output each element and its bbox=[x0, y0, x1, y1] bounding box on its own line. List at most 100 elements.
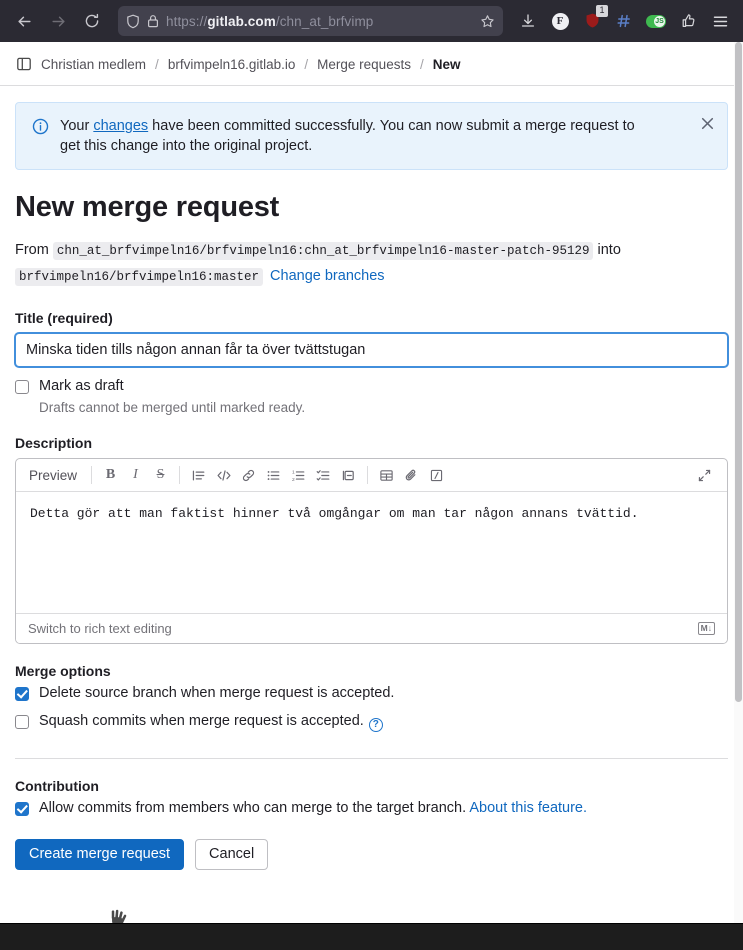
italic-icon[interactable]: I bbox=[124, 464, 147, 487]
url-prefix: https:// bbox=[166, 13, 208, 29]
editor-toolbar: Preview B I S 1 2 bbox=[16, 459, 727, 492]
mark-as-draft-checkbox[interactable] bbox=[15, 380, 29, 394]
address-bar[interactable]: https://gitlab.com/chn_at_brfvimp bbox=[118, 6, 503, 36]
attach-file-icon[interactable] bbox=[400, 464, 423, 487]
delete-source-branch-checkbox[interactable] bbox=[15, 687, 29, 701]
numbered-list-icon[interactable]: 12 bbox=[287, 464, 310, 487]
squash-commits-label: Squash commits when merge request is acc… bbox=[39, 713, 383, 732]
task-list-icon[interactable] bbox=[312, 464, 335, 487]
changes-link[interactable]: changes bbox=[93, 118, 148, 134]
toolbar-divider bbox=[91, 466, 93, 484]
mark-as-draft-row[interactable]: Mark as draft bbox=[15, 378, 728, 395]
os-taskbar bbox=[0, 923, 743, 950]
javascript-toggle-icon[interactable]: JS bbox=[641, 6, 671, 36]
hashtag-extension-icon[interactable] bbox=[609, 6, 639, 36]
javascript-toggle-pill: JS bbox=[646, 14, 666, 28]
insert-comment-template-icon[interactable] bbox=[425, 464, 448, 487]
squash-commits-text: Squash commits when merge request is acc… bbox=[39, 713, 364, 729]
cancel-button[interactable]: Cancel bbox=[195, 838, 269, 870]
allow-commits-label: Allow commits from members who can merge… bbox=[39, 800, 587, 817]
delete-source-branch-row[interactable]: Delete source branch when merge request … bbox=[15, 685, 728, 702]
breadcrumb-separator: / bbox=[419, 56, 424, 72]
create-merge-request-button[interactable]: Create merge request bbox=[15, 838, 185, 870]
breadcrumb-item-project[interactable]: brfvimpeln16.gitlab.io bbox=[168, 57, 296, 72]
alert-message: Your changes have been committed success… bbox=[60, 116, 672, 156]
extensions-tray: F 1 JS bbox=[513, 5, 735, 36]
title-field-label: Title (required) bbox=[15, 310, 113, 326]
from-label: From bbox=[15, 242, 49, 258]
description-editor: Preview B I S 1 2 Detta gör att man fakt… bbox=[15, 458, 728, 644]
allow-commits-checkbox[interactable] bbox=[15, 801, 29, 816]
toolbar-divider bbox=[367, 466, 369, 484]
bullet-list-icon[interactable] bbox=[262, 464, 285, 487]
preview-button[interactable]: Preview bbox=[26, 468, 85, 483]
help-icon[interactable]: ? bbox=[368, 717, 383, 732]
change-branches-link[interactable]: Change branches bbox=[270, 268, 384, 284]
form-actions: Create merge request Cancel bbox=[15, 838, 728, 892]
breadcrumb-item-merge-requests[interactable]: Merge requests bbox=[317, 57, 411, 72]
page-scroll-area: Christian medlem / brfvimpeln16.gitlab.i… bbox=[0, 42, 743, 923]
into-label: into bbox=[597, 242, 621, 258]
main-content: Your changes have been committed success… bbox=[0, 102, 743, 892]
lock-icon[interactable] bbox=[147, 14, 159, 28]
back-button[interactable] bbox=[8, 5, 40, 37]
forward-button[interactable] bbox=[42, 5, 74, 37]
blockquote-icon[interactable] bbox=[187, 464, 210, 487]
description-textarea[interactable]: Detta gör att man faktist hinner två omg… bbox=[16, 492, 727, 613]
branch-info: From chn_at_brfvimpeln16/brfvimpeln16:ch… bbox=[15, 238, 655, 290]
markdown-icon[interactable]: M↓ bbox=[697, 622, 715, 635]
breadcrumb-item-user[interactable]: Christian medlem bbox=[41, 57, 146, 72]
page-scrollbar[interactable] bbox=[734, 42, 743, 923]
downloads-icon[interactable] bbox=[513, 6, 543, 36]
url-domain: gitlab.com bbox=[207, 13, 276, 29]
allow-commits-row[interactable]: Allow commits from members who can merge… bbox=[15, 800, 728, 817]
code-icon[interactable] bbox=[212, 464, 235, 487]
delete-source-branch-label: Delete source branch when merge request … bbox=[39, 685, 395, 701]
success-alert: Your changes have been committed success… bbox=[15, 102, 728, 170]
url-text[interactable]: https://gitlab.com/chn_at_brfvimp bbox=[166, 14, 473, 29]
table-icon[interactable] bbox=[375, 464, 398, 487]
sidebar-toggle-icon[interactable] bbox=[16, 56, 32, 72]
draft-note: Drafts cannot be merged until marked rea… bbox=[39, 400, 306, 415]
reload-button[interactable] bbox=[76, 5, 108, 37]
page-title: New merge request bbox=[15, 191, 280, 223]
mark-as-draft-label: Mark as draft bbox=[39, 378, 124, 394]
ublock-badge-count: 1 bbox=[596, 5, 608, 17]
shield-icon[interactable] bbox=[126, 14, 140, 29]
contribution-heading: Contribution bbox=[15, 777, 99, 794]
editor-footer: Switch to rich text editing M↓ bbox=[16, 613, 727, 643]
breadcrumb-separator: / bbox=[155, 56, 159, 72]
strikethrough-icon[interactable]: S bbox=[149, 464, 172, 487]
thumbs-up-extension-icon[interactable] bbox=[673, 6, 703, 36]
divider bbox=[15, 757, 728, 759]
switch-to-rich-text-link[interactable]: Switch to rich text editing bbox=[28, 621, 172, 636]
hamburger-menu-icon[interactable] bbox=[705, 6, 735, 36]
info-icon bbox=[32, 118, 49, 140]
close-icon[interactable] bbox=[698, 114, 716, 132]
breadcrumb: Christian medlem / brfvimpeln16.gitlab.i… bbox=[0, 42, 743, 86]
breadcrumb-separator: / bbox=[304, 56, 309, 72]
collapsible-section-icon[interactable] bbox=[337, 464, 360, 487]
ublock-origin-icon[interactable]: 1 bbox=[577, 5, 608, 36]
svg-text:1: 1 bbox=[292, 469, 295, 475]
bold-icon[interactable]: B bbox=[99, 464, 122, 487]
squash-commits-checkbox[interactable] bbox=[15, 715, 29, 729]
browser-toolbar: https://gitlab.com/chn_at_brfvimp F 1 JS bbox=[0, 0, 743, 42]
breadcrumb-item-new: New bbox=[432, 56, 461, 72]
target-branch: brfvimpeln16/brfvimpeln16:master bbox=[15, 268, 264, 286]
facebook-container-label: F bbox=[551, 12, 569, 30]
squash-commits-row[interactable]: Squash commits when merge request is acc… bbox=[15, 713, 728, 732]
link-icon[interactable] bbox=[237, 464, 260, 487]
source-branch: chn_at_brfvimpeln16/brfvimpeln16:chn_at_… bbox=[52, 242, 594, 260]
allow-commits-text: Allow commits from members who can merge… bbox=[39, 799, 467, 816]
expand-icon[interactable] bbox=[693, 464, 716, 487]
url-path: /chn_at_brfvimp bbox=[275, 13, 374, 29]
title-input[interactable] bbox=[15, 333, 728, 367]
description-label: Description bbox=[15, 435, 93, 451]
facebook-container-icon[interactable]: F bbox=[545, 6, 575, 36]
toolbar-divider bbox=[179, 466, 181, 484]
star-icon[interactable] bbox=[480, 14, 495, 29]
about-this-feature-link[interactable]: About this feature. bbox=[469, 800, 587, 816]
merge-options-heading: Merge options bbox=[15, 663, 111, 679]
scrollbar-thumb[interactable] bbox=[735, 42, 742, 702]
